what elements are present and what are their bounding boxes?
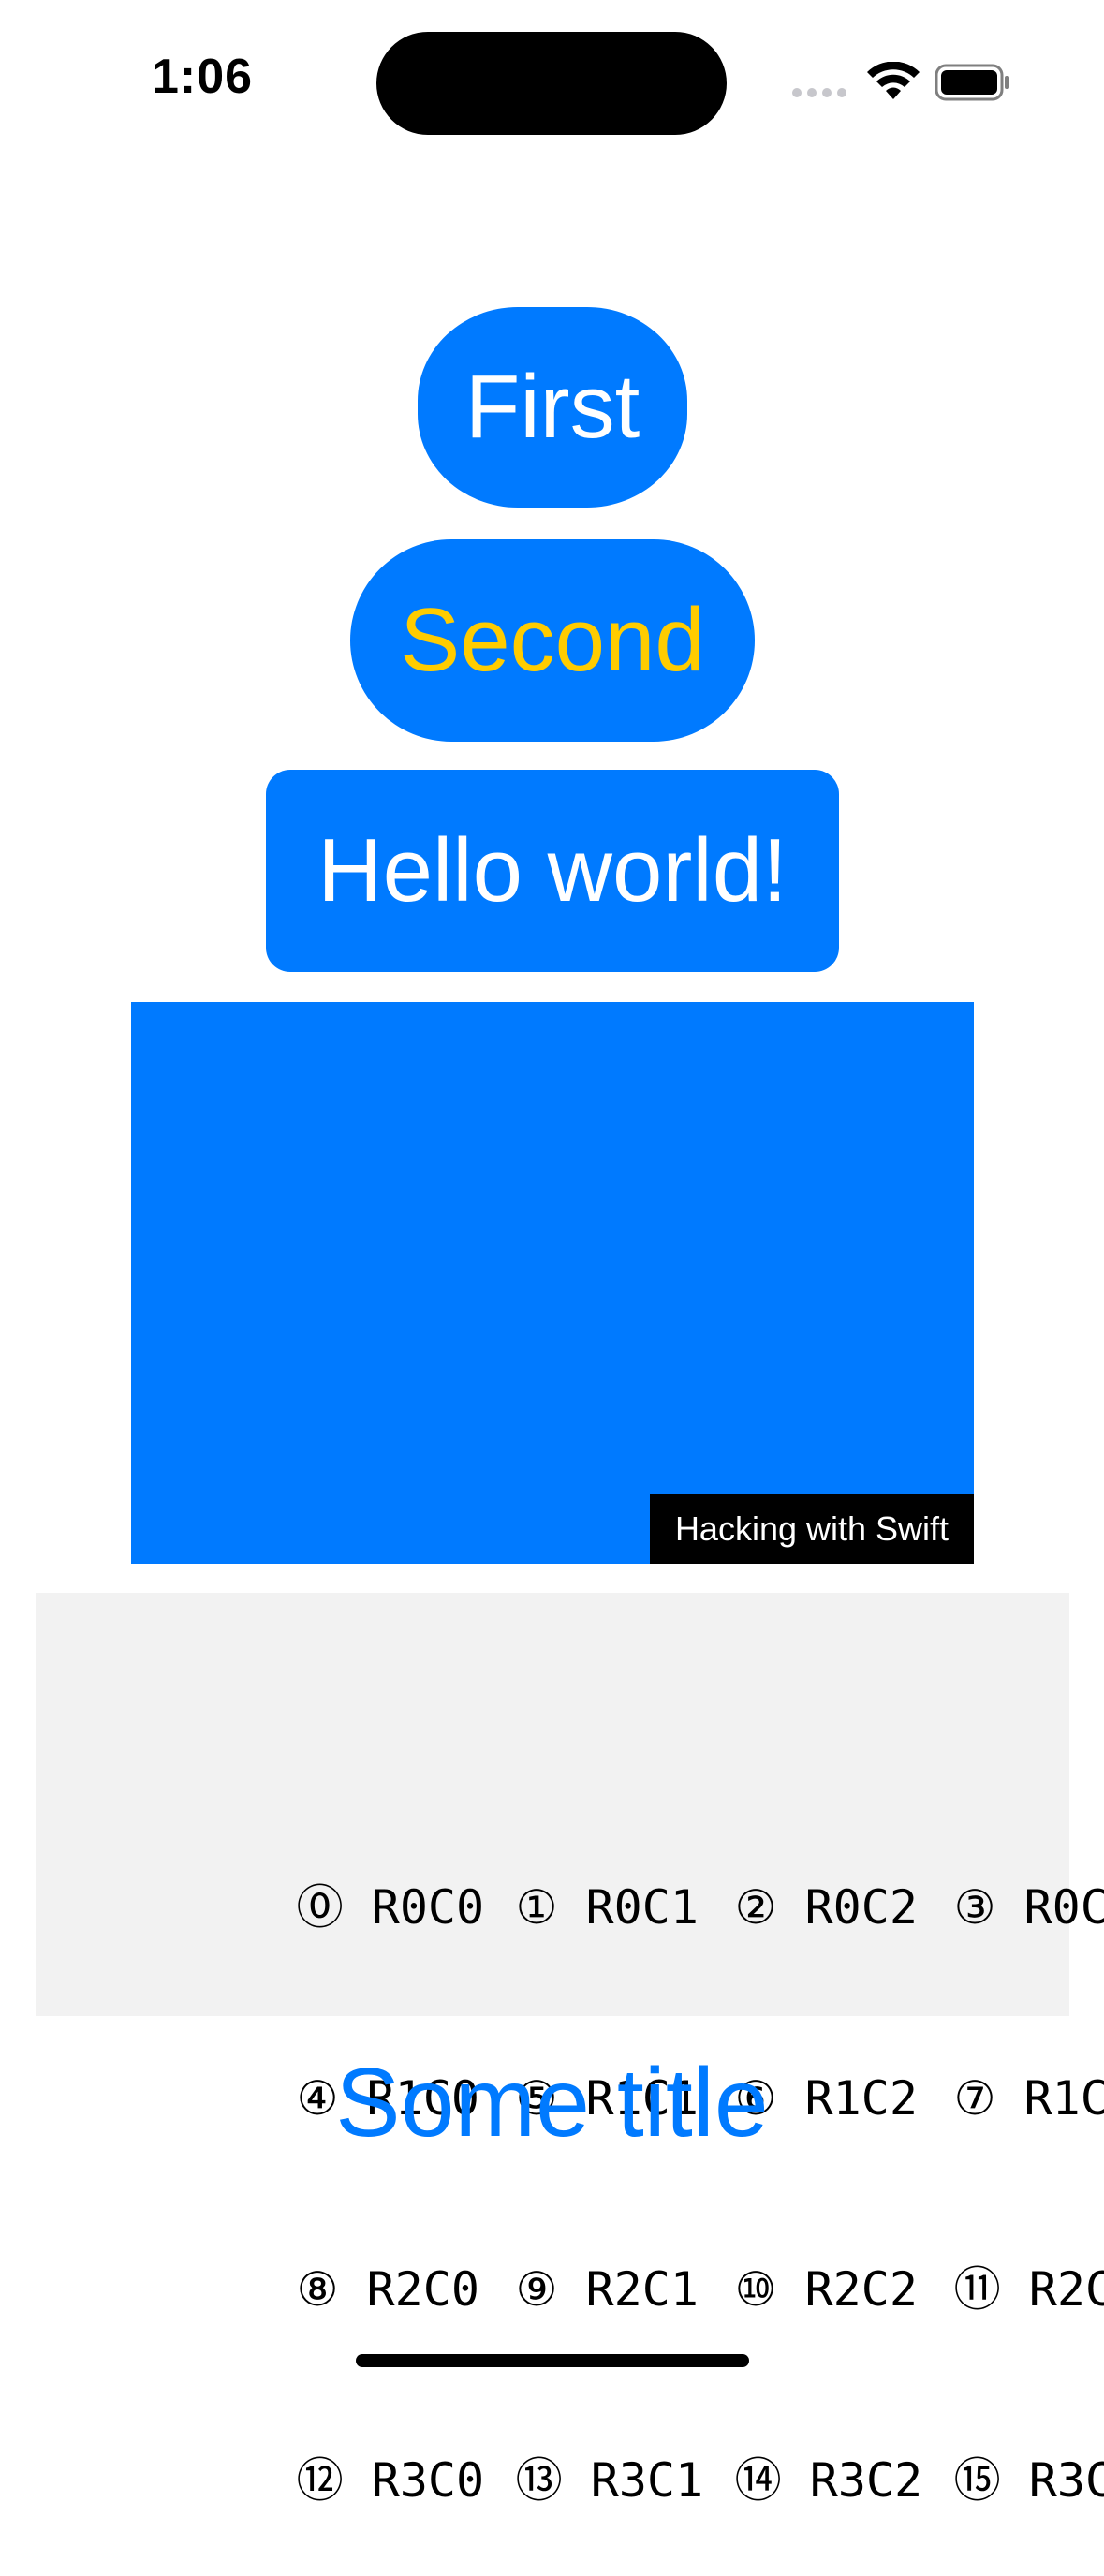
grid-row: ⑧ R2C0 ⑨ R2C1 ⑩ R2C2 ⑪ R2C3 <box>127 2194 1104 2317</box>
hello-world-label: Hello world! <box>317 820 788 920</box>
grid-row: ⓪ R0C0 ① R0C1 ② R0C2 ③ R0C3 <box>127 1812 1104 1935</box>
blue-image-box: Hacking with Swift <box>131 1002 974 1564</box>
second-button[interactable]: Second <box>350 539 755 742</box>
grid-cell: ① R0C1 <box>515 1880 699 1935</box>
dynamic-island <box>376 32 727 135</box>
second-label: Second <box>400 590 705 690</box>
grid-cell: ⑫ R3C0 <box>296 2453 485 2508</box>
grid-cell: ⑧ R2C0 <box>296 2262 479 2317</box>
battery-icon <box>935 64 1009 101</box>
grid-cell: ⓪ R0C0 <box>296 1880 485 1935</box>
watermark-label: Hacking with Swift <box>650 1494 974 1564</box>
first-label: First <box>464 357 640 457</box>
page-title: Some title <box>335 2049 769 2157</box>
status-time: 1:06 <box>152 50 254 104</box>
grid-cell: ⑨ R2C1 <box>515 2262 699 2317</box>
grid-cell: ③ R0C3 <box>953 1880 1104 1935</box>
cellular-signal-icon <box>792 88 846 97</box>
grid-cell: ⑪ R2C3 <box>953 2262 1104 2317</box>
grid-cell: ② R0C2 <box>734 1880 918 1935</box>
first-button[interactable]: First <box>418 307 687 508</box>
hello-world-button[interactable]: Hello world! <box>266 770 839 972</box>
home-indicator[interactable] <box>356 2354 749 2367</box>
grid-cell: ⑮ R3C3 <box>953 2453 1104 2508</box>
wifi-icon <box>867 62 920 99</box>
grid-panel: ⓪ R0C0① R0C1② R0C2③ R0C3 ④ R1C0⑤ R1C1⑥ R… <box>36 1593 1104 2508</box>
grid-cell: ⑬ R3C1 <box>515 2453 704 2508</box>
grid-cell: ⑩ R2C2 <box>734 2262 918 2317</box>
grid-cell: ⑭ R3C2 <box>734 2453 923 2508</box>
grid-row: ⑫ R3C0 ⑬ R3C1 ⑭ R3C2 ⑮ R3C3 <box>127 2385 1104 2508</box>
